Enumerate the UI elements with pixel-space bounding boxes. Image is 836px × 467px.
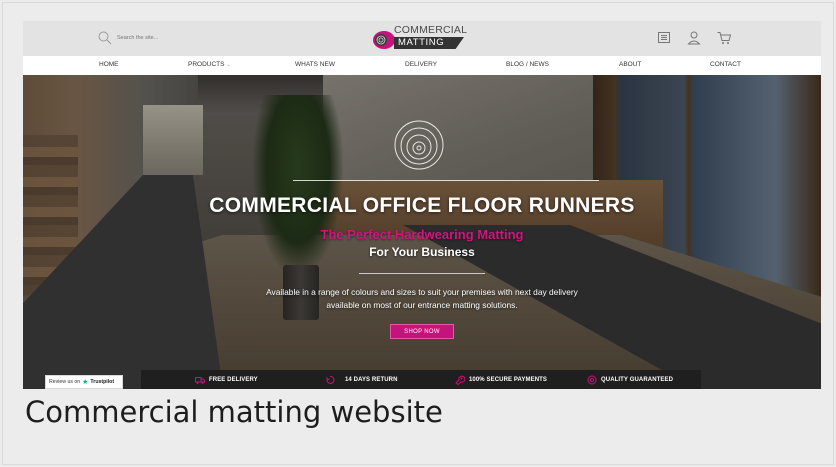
screenshot-card: COMMERCIAL MATTING HOME PRODUCTS⌄ WHATS … xyxy=(2,2,834,465)
nav-item-contact[interactable]: CONTACT xyxy=(710,61,741,68)
hero-banner: COMMERCIAL OFFICE FLOOR RUNNERS The Perf… xyxy=(23,75,821,389)
nav-item-whats-new[interactable]: WHATS NEW xyxy=(295,61,335,68)
logo-text-matting: MATTING xyxy=(394,37,464,49)
hero-subtitle-accent: The Perfect Hardwearing Matting xyxy=(320,227,524,242)
secure-icon xyxy=(455,375,465,385)
hero-title: COMMERCIAL OFFICE FLOOR RUNNERS xyxy=(209,194,635,217)
nav-item-delivery[interactable]: DELIVERY xyxy=(405,61,437,68)
search-input[interactable] xyxy=(117,35,197,41)
trustpilot-prefix: Review us on xyxy=(49,379,81,385)
search-box[interactable] xyxy=(97,30,197,46)
feature-free-delivery: FREE DELIVERY xyxy=(195,375,258,385)
feature-label: FREE DELIVERY xyxy=(209,377,258,383)
logo-text-commercial: COMMERCIAL xyxy=(394,24,468,36)
header-actions xyxy=(656,29,732,46)
feature-label: QUALITY GUARANTEED xyxy=(601,377,674,383)
site-header: COMMERCIAL MATTING xyxy=(23,21,821,56)
nav-item-home[interactable]: HOME xyxy=(99,61,119,68)
site-logo[interactable]: COMMERCIAL MATTING xyxy=(370,24,470,52)
feature-label: 100% SECURE PAYMENTS xyxy=(469,377,548,383)
truck-icon xyxy=(195,377,205,384)
nav-item-label: PRODUCTS xyxy=(188,61,225,68)
cart-icon[interactable] xyxy=(716,29,732,46)
hero-description: Available in a range of colours and size… xyxy=(266,287,578,310)
feature-secure-payments: 100% SECURE PAYMENTS xyxy=(455,375,547,385)
account-icon[interactable] xyxy=(686,29,702,46)
hero-divider-top xyxy=(293,180,599,181)
hero-divider-middle xyxy=(359,273,485,274)
nav-item-blog[interactable]: BLOG / NEWS xyxy=(506,61,549,68)
catalogue-icon[interactable] xyxy=(656,29,672,46)
return-icon xyxy=(326,375,335,384)
trustpilot-badge[interactable]: Review us on ★ Trustpilot xyxy=(45,375,123,389)
website-screenshot: COMMERCIAL MATTING HOME PRODUCTS⌄ WHATS … xyxy=(23,21,821,389)
main-nav: HOME PRODUCTS ⌄ WHATS NEW DELIVERY BLOG /… xyxy=(23,56,821,75)
caption: Commercial matting website xyxy=(25,395,443,429)
hero-subtitle: For Your Business xyxy=(369,245,475,259)
trustpilot-brand: Trustpilot xyxy=(90,379,115,385)
feature-quality: QUALITY GUARANTEED xyxy=(587,375,673,385)
logo-swirl-icon xyxy=(373,31,395,49)
nav-item-about[interactable]: ABOUT xyxy=(619,61,641,68)
feature-returns: 14 DAYS RETURN xyxy=(325,375,398,385)
nav-item-products[interactable]: PRODUCTS ⌄ xyxy=(188,61,231,68)
trustpilot-star-icon: ★ xyxy=(82,379,89,386)
spiral-logo-icon xyxy=(394,120,444,170)
feature-label: 14 DAYS RETURN xyxy=(345,377,398,383)
shop-now-button[interactable]: SHOP NOW xyxy=(390,324,454,339)
quality-icon xyxy=(587,375,597,385)
features-bar: FREE DELIVERY 14 DAYS RETURN 100% SECURE… xyxy=(141,370,701,389)
chevron-down-icon: ⌄ xyxy=(226,62,231,68)
search-icon[interactable] xyxy=(97,30,113,46)
